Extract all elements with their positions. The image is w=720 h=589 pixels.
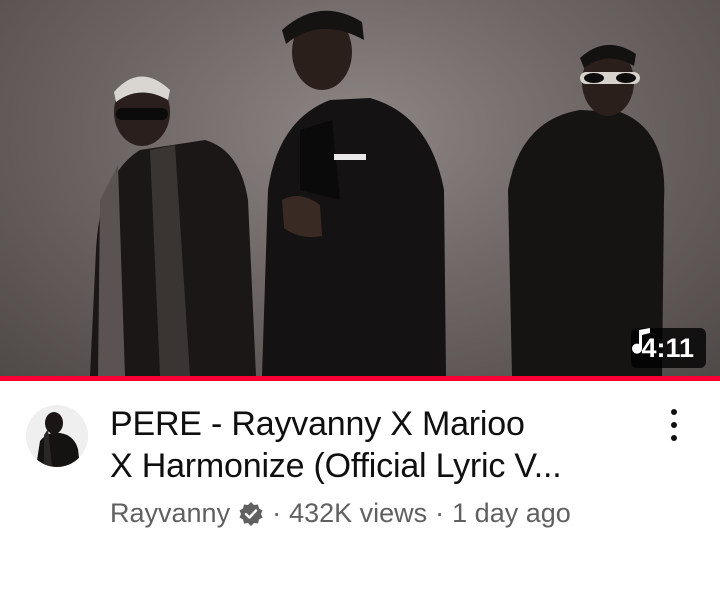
video-subline: Rayvanny · 432K views · 1 day ago: [110, 498, 571, 529]
channel-avatar[interactable]: [26, 405, 88, 467]
more-options-button[interactable]: [660, 405, 688, 445]
separator-dot: ·: [272, 498, 282, 528]
more-vert-icon: [671, 422, 677, 428]
duration-badge: 4:11: [631, 328, 706, 368]
person-left: [90, 76, 256, 376]
more-vert-icon: [671, 435, 677, 441]
upload-age: 1 day ago: [452, 498, 571, 528]
video-thumbnail[interactable]: 4:11: [0, 0, 720, 376]
person-middle: [262, 10, 446, 376]
video-title-line1: PERE - Rayvanny X Marioo: [110, 405, 525, 443]
separator-dot: ·: [435, 498, 445, 528]
view-count: 432K views: [289, 498, 428, 528]
video-meta: PERE - Rayvanny X Marioo X Harmonize (Of…: [0, 381, 720, 589]
avatar-image: [26, 405, 88, 467]
video-title[interactable]: PERE - Rayvanny X Marioo X Harmonize (Of…: [110, 403, 650, 487]
channel-name[interactable]: Rayvanny: [110, 498, 230, 529]
music-note-icon: [632, 328, 651, 354]
verified-icon: [239, 501, 263, 526]
video-title-line2: X Harmonize (Official Lyric V...: [110, 447, 562, 485]
thumbnail-artwork: [90, 10, 665, 376]
more-vert-icon: [671, 409, 677, 415]
person-right: [508, 44, 665, 376]
